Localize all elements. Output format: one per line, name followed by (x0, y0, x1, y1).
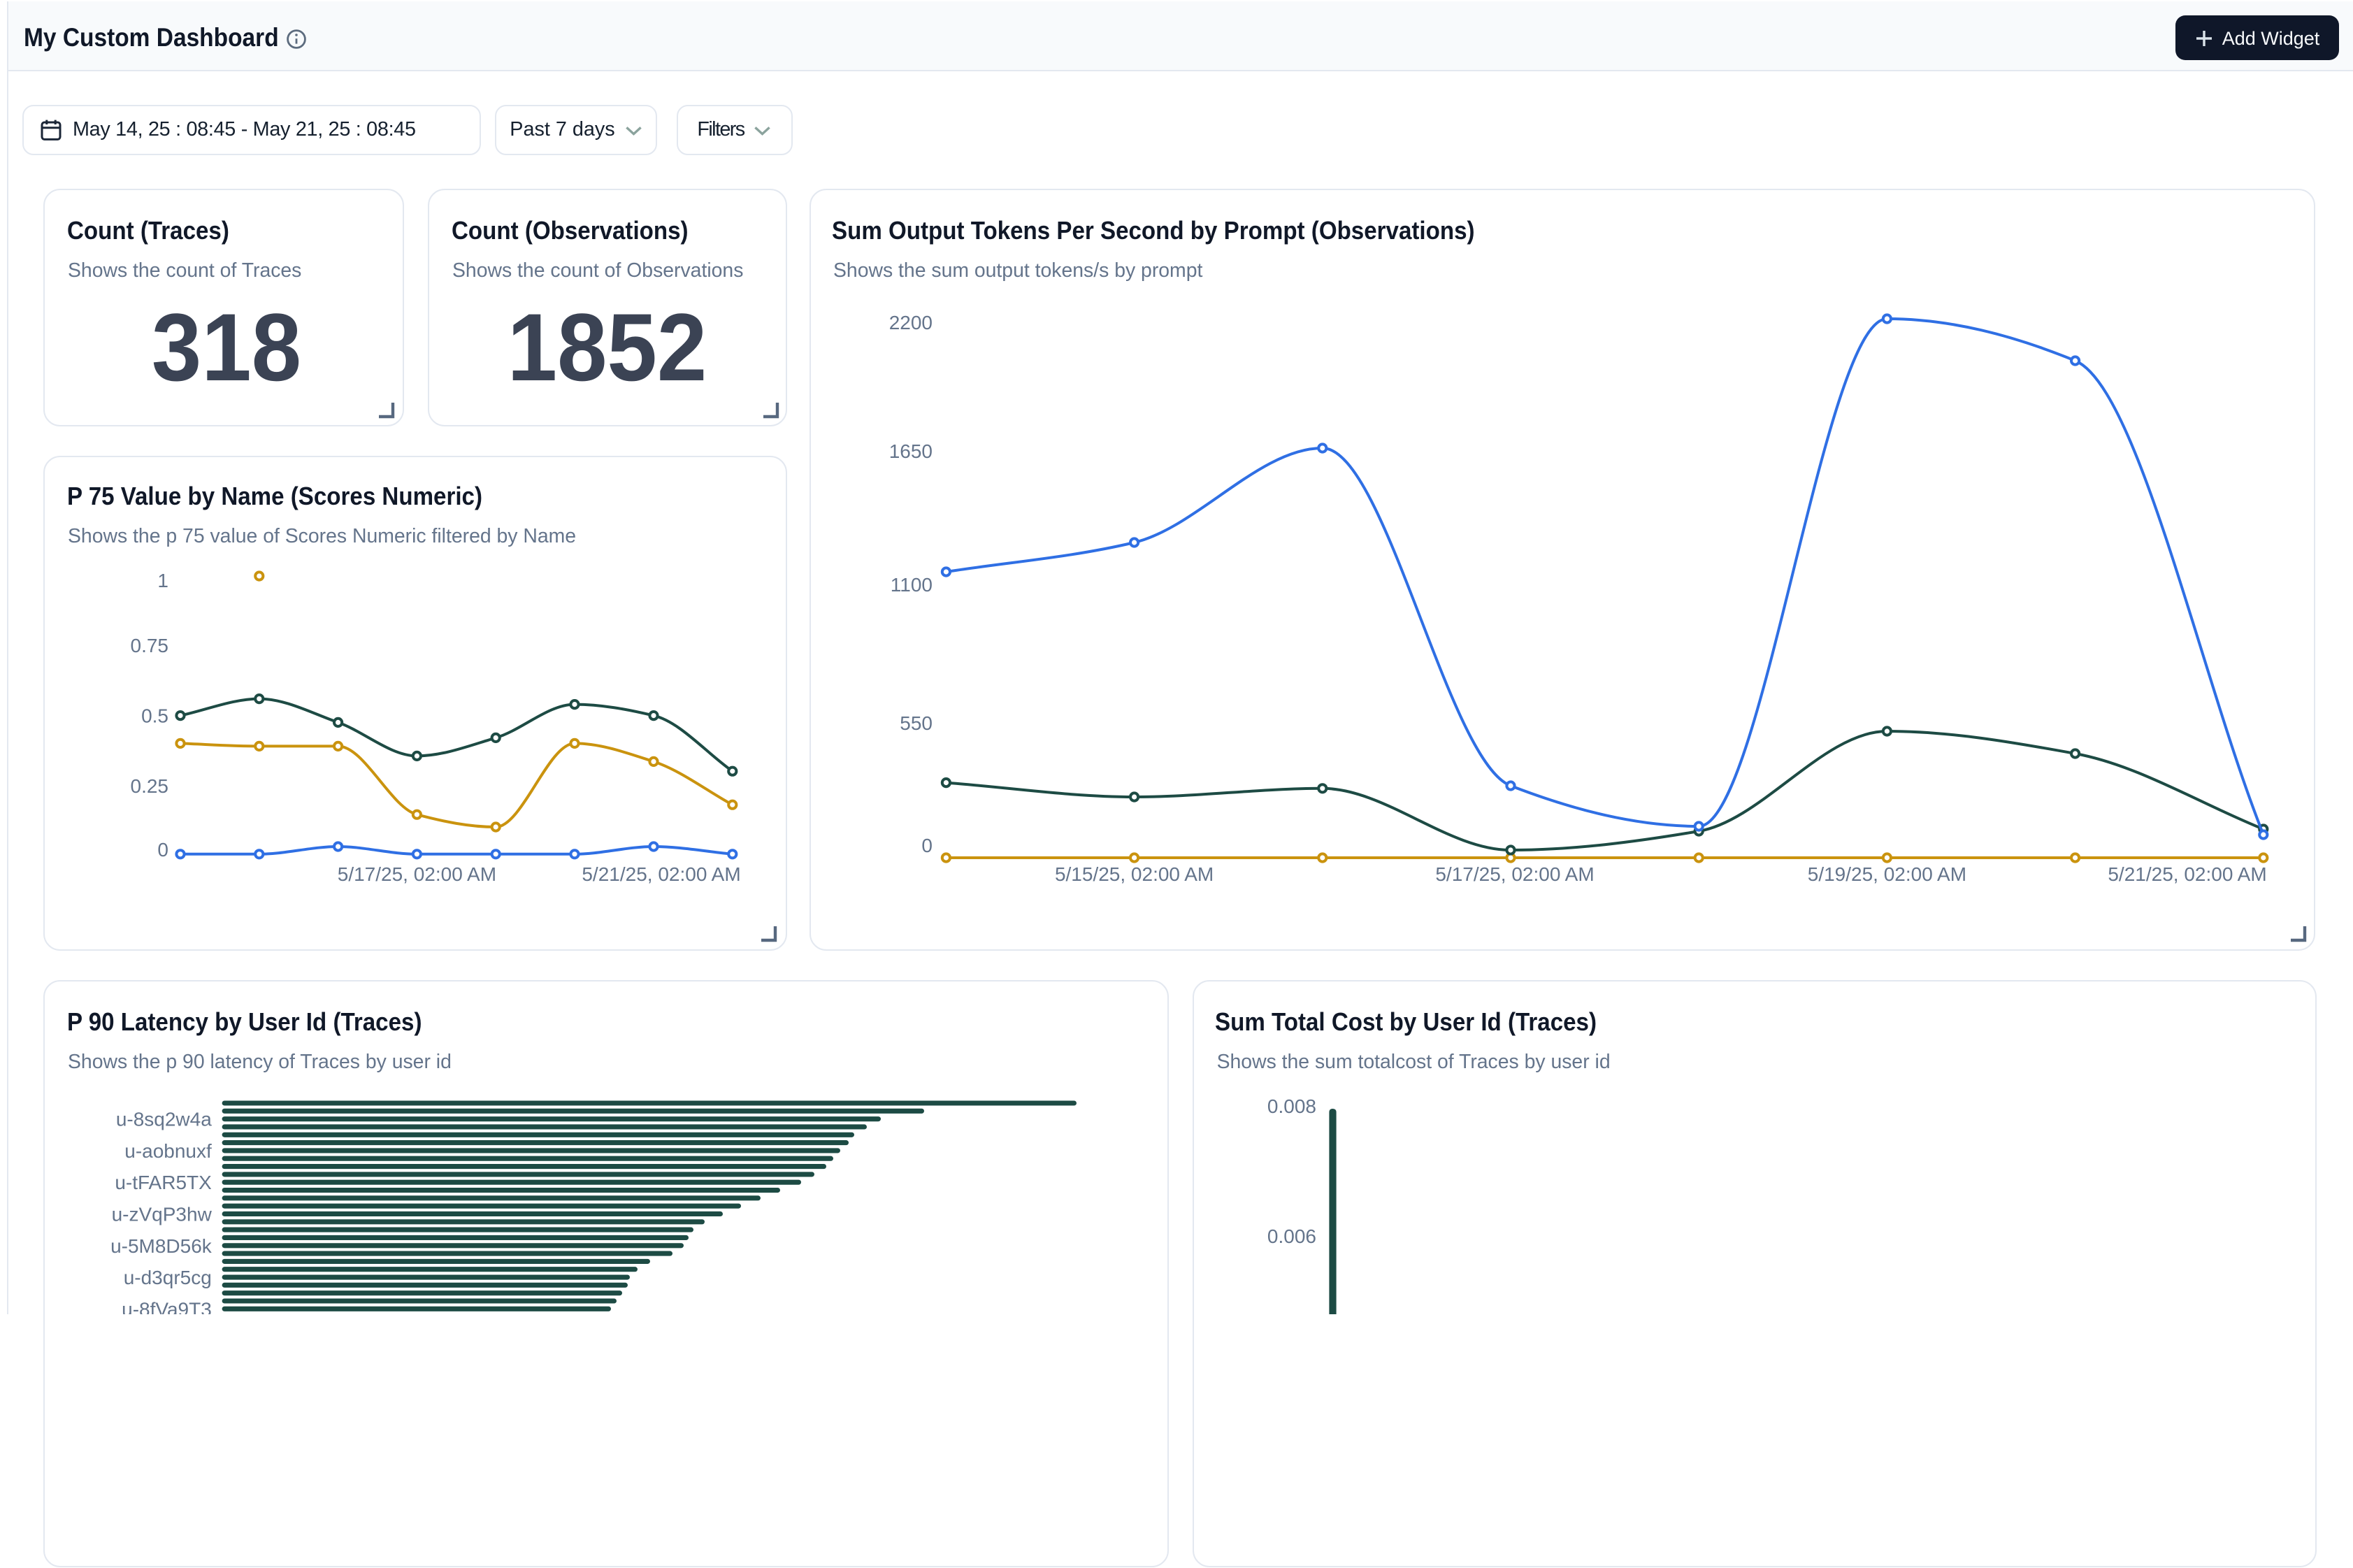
svg-text:0.008: 0.008 (1267, 1095, 1316, 1117)
svg-text:0.25: 0.25 (131, 775, 169, 797)
svg-text:0.75: 0.75 (131, 635, 169, 656)
svg-text:u-tFAR5TX: u-tFAR5TX (115, 1172, 212, 1193)
svg-text:u-8sq2w4a: u-8sq2w4a (116, 1109, 212, 1130)
svg-text:u-8fVa9T3: u-8fVa9T3 (122, 1298, 212, 1314)
svg-text:0.006: 0.006 (1267, 1225, 1316, 1247)
svg-text:5/17/25, 02:00 AM: 5/17/25, 02:00 AM (338, 863, 496, 885)
svg-text:5/21/25, 02:00 AM: 5/21/25, 02:00 AM (582, 863, 740, 885)
svg-text:1: 1 (157, 570, 168, 591)
svg-text:5/17/25, 02:00 AM: 5/17/25, 02:00 AM (1435, 863, 1594, 885)
svg-text:1650: 1650 (889, 440, 933, 462)
svg-text:5/15/25, 02:00 AM: 5/15/25, 02:00 AM (1055, 863, 1214, 885)
svg-text:0.5: 0.5 (141, 705, 168, 727)
svg-text:5/21/25, 02:00 AM: 5/21/25, 02:00 AM (2108, 863, 2266, 885)
svg-text:1100: 1100 (891, 574, 933, 596)
svg-text:u-5M8D56k: u-5M8D56k (110, 1235, 213, 1257)
svg-text:u-d3qr5cg: u-d3qr5cg (124, 1267, 212, 1288)
svg-text:2200: 2200 (889, 312, 933, 333)
svg-text:0: 0 (157, 839, 168, 861)
svg-text:u-zVqP3hw: u-zVqP3hw (112, 1203, 213, 1225)
svg-text:550: 550 (900, 712, 933, 734)
svg-text:5/19/25, 02:00 AM: 5/19/25, 02:00 AM (1808, 863, 1966, 885)
svg-text:u-aobnuxf: u-aobnuxf (124, 1140, 212, 1162)
svg-text:0: 0 (921, 835, 933, 856)
